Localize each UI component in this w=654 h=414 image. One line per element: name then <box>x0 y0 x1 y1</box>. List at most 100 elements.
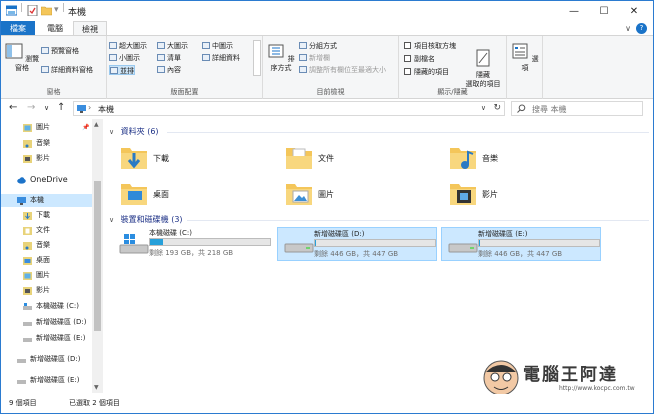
drive-e[interactable]: 新增磁碟區 (E:) 剩餘 446 GB，共 447 GB <box>441 227 601 261</box>
nav-item-pictures[interactable]: 圖片 📌 <box>1 121 93 134</box>
layout-small[interactable]: 小圖示 <box>109 53 140 63</box>
nav-item-drive-e[interactable]: 新增磁碟區 (E:) <box>1 374 93 387</box>
drive-free-space: 剩餘 193 GB，共 218 GB <box>149 249 234 257</box>
windows-drive-icon <box>119 234 149 254</box>
nav-item-label: 新增磁碟區 (E:) <box>36 334 86 342</box>
nav-pane-button[interactable]: 瀏覽窗格 <box>4 42 40 73</box>
nav-item-drive-e[interactable]: 新增磁碟區 (E:) <box>1 332 93 345</box>
nav-item-this-pc[interactable]: 本機 <box>1 194 93 207</box>
nav-item-pictures[interactable]: 圖片 <box>1 269 93 282</box>
details-pane-icon <box>41 66 49 73</box>
layout-list[interactable]: 清單 <box>157 53 181 63</box>
preview-pane-button[interactable]: 預覽窗格 <box>41 46 79 56</box>
layout-large[interactable]: 大圖示 <box>157 41 188 51</box>
explorer-icon[interactable] <box>6 5 17 16</box>
folder-documents[interactable]: 文件 <box>270 143 430 173</box>
title-divider: | <box>20 3 24 13</box>
qa-dropdown-icon[interactable]: ▾ <box>54 5 59 15</box>
path-chevron-icon[interactable]: › <box>88 103 91 112</box>
layout-content[interactable]: 內容 <box>157 65 181 75</box>
hide-selected-label: 隱藏 選取的項目 <box>465 71 501 88</box>
folder-downloads[interactable]: 下載 <box>105 143 265 173</box>
nav-item-drive-d[interactable]: 新增磁碟區 (D:) <box>1 316 93 329</box>
file-extensions-toggle[interactable]: 副檔名 <box>404 54 435 64</box>
nav-pane-scrollbar[interactable]: ▲ ▼ <box>92 119 103 393</box>
search-box[interactable]: 搜尋 本機 <box>511 101 643 116</box>
folders-section-header[interactable]: ∨ 資料夾 (6) <box>109 126 159 137</box>
drive-usage-fill <box>315 240 317 246</box>
tab-file[interactable]: 檔案 <box>1 21 35 36</box>
recent-locations-button[interactable]: ∨ <box>44 104 49 112</box>
forward-button[interactable]: → <box>27 102 35 113</box>
maximize-button[interactable]: ☐ <box>589 1 619 21</box>
layout-scroller[interactable] <box>253 40 261 76</box>
details-pane-label: 詳細資料窗格 <box>51 66 93 74</box>
refresh-button[interactable]: ↻ <box>493 103 501 113</box>
pin-icon[interactable]: 📌 <box>82 121 89 134</box>
folder-videos[interactable]: 影片 <box>434 179 594 209</box>
drives-section-header[interactable]: ∨ 裝置和磁碟機 (3) <box>109 214 183 225</box>
scroll-up-icon[interactable]: ▲ <box>94 121 99 128</box>
collapse-chevron-icon[interactable]: ∨ <box>109 128 114 136</box>
hidden-items-toggle[interactable]: 隱藏的項目 <box>404 67 449 77</box>
hide-selected-button[interactable]: 隱藏 選取的項目 <box>463 40 503 89</box>
extra-large-icons-icon <box>109 42 117 49</box>
drive-usage-fill <box>479 240 481 246</box>
minimize-button[interactable]: — <box>559 1 589 21</box>
nav-item-desktop[interactable]: 桌面 <box>1 254 93 267</box>
layout-details[interactable]: 詳細資料 <box>202 53 240 63</box>
scroll-down-icon[interactable]: ▼ <box>94 384 99 391</box>
folder-music[interactable]: 音樂 <box>434 143 594 173</box>
sort-by-button[interactable]: 排序方式 <box>265 42 297 73</box>
drive-c[interactable]: 本機磁碟 (C:) 剩餘 193 GB，共 218 GB <box>113 227 273 261</box>
folder-desktop[interactable]: 桌面 <box>105 179 265 209</box>
nav-item-drive-c[interactable]: 本機磁碟 (C:) <box>1 300 93 313</box>
up-button[interactable]: ↑ <box>57 102 65 113</box>
details-pane-button[interactable]: 詳細資料窗格 <box>41 65 93 75</box>
address-dropdown-icon[interactable]: ∨ <box>481 104 486 112</box>
layout-tiles[interactable]: 並排 <box>109 65 135 75</box>
nav-item-music[interactable]: 音樂 <box>1 239 93 252</box>
hide-selected-icon <box>476 49 490 67</box>
folder-label: 影片 <box>482 190 498 199</box>
add-columns-button[interactable]: 新增欄 <box>299 53 330 63</box>
tab-view[interactable]: 檢視 <box>73 21 107 36</box>
ribbon-group-current-view: 排序方式 分組方式 新增欄 調整所有欄位至最適大小 目前檢視 <box>263 36 399 99</box>
options-button[interactable]: 選項 <box>509 42 541 73</box>
ribbon-group-show-hide: 項目核取方塊 副檔名 隱藏的項目 隱藏 選取的項目 顯示/隱藏 <box>399 36 507 99</box>
nav-item-music[interactable]: 音樂 <box>1 137 93 150</box>
group-by-button[interactable]: 分組方式 <box>299 41 337 51</box>
nav-item-downloads[interactable]: 下載 <box>1 209 93 222</box>
layout-medium[interactable]: 中圖示 <box>202 41 233 51</box>
status-bar: 9 個項目 已選取 2 個項目 <box>1 394 653 413</box>
back-button[interactable]: ← <box>9 102 17 113</box>
nav-item-label: 新增磁碟區 (D:) <box>30 355 81 363</box>
size-columns-button[interactable]: 調整所有欄位至最適大小 <box>299 65 386 75</box>
drive-d[interactable]: 新增磁碟區 (D:) 剩餘 446 GB，共 447 GB <box>277 227 437 261</box>
layout-extra-large[interactable]: 超大圖示 <box>109 41 147 51</box>
drive-free-space: 剩餘 446 GB，共 447 GB <box>314 250 399 258</box>
pictures-folder-icon <box>23 124 32 132</box>
close-button[interactable]: ✕ <box>619 1 649 21</box>
section-title: 資料夾 (6) <box>120 127 159 136</box>
this-pc-icon <box>77 105 86 113</box>
new-folder-icon[interactable] <box>41 5 52 16</box>
folder-pictures[interactable]: 圖片 <box>270 179 430 209</box>
nav-item-documents[interactable]: 文件 <box>1 224 93 237</box>
desktop-folder-icon <box>23 257 32 265</box>
scrollbar-thumb[interactable] <box>94 181 101 331</box>
nav-item-onedrive[interactable]: OneDrive <box>1 173 93 186</box>
nav-item-drive-d[interactable]: 新增磁碟區 (D:) <box>1 353 93 366</box>
checkbox-label: 副檔名 <box>414 55 435 63</box>
nav-item-videos[interactable]: 影片 <box>1 152 93 165</box>
folder-label: 音樂 <box>482 154 498 163</box>
address-bar[interactable]: › 本機 ∨ ↻ <box>73 101 505 116</box>
help-icon[interactable]: ? <box>636 23 647 34</box>
properties-icon[interactable] <box>27 5 38 16</box>
collapse-chevron-icon[interactable]: ∨ <box>109 216 114 224</box>
tab-computer[interactable]: 電腦 <box>39 21 71 36</box>
nav-item-label: 本機 <box>30 196 44 204</box>
item-checkboxes-toggle[interactable]: 項目核取方塊 <box>404 41 456 51</box>
nav-item-videos[interactable]: 影片 <box>1 284 93 297</box>
ribbon-collapse-icon[interactable]: ∨ <box>625 24 631 33</box>
